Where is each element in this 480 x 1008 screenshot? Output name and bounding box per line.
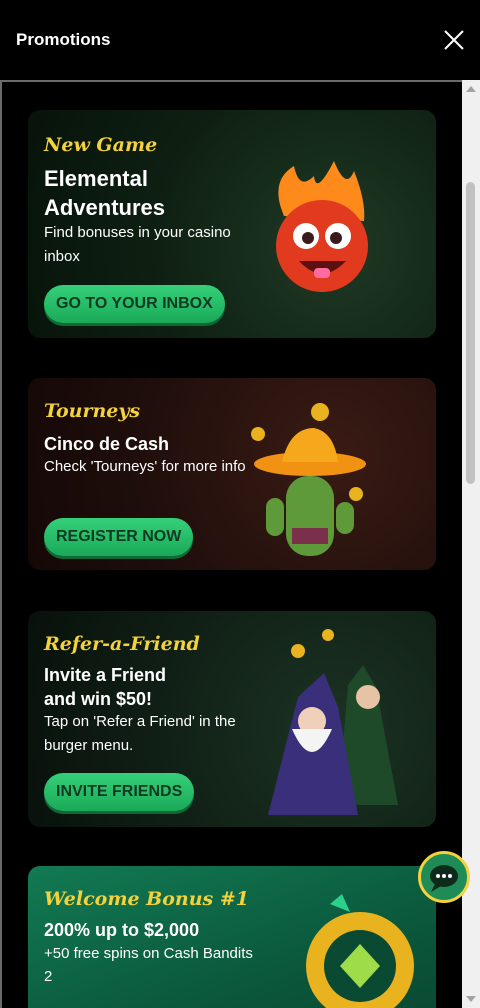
promo-kicker: New Game	[44, 134, 158, 156]
promo-title-line2: and win $50!	[44, 689, 153, 709]
promo-title-line1: Invite a Friend	[44, 665, 167, 685]
promo-title: 200% up to $2,000	[44, 920, 200, 940]
promo-kicker: Refer-a-Friend	[44, 633, 200, 655]
promo-desc-line1: Tap on 'Refer a Friend' in the	[44, 713, 236, 730]
page-title: Promotions	[16, 30, 111, 49]
register-now-button[interactable]: REGISTER NOW	[44, 518, 194, 556]
promo-title: Cinco de Cash	[44, 434, 170, 454]
invite-friends-button[interactable]: INVITE FRIENDS	[44, 773, 195, 811]
promo-desc-line1: Find bonuses in your casino	[44, 224, 231, 241]
promo-title-line1: Elemental	[44, 166, 148, 191]
promo-desc-line1: +50 free spins on Cash Bandits	[44, 945, 253, 962]
promo-desc-line2: 2	[44, 968, 53, 985]
promo-card-elemental: New Game Elemental Adventures Find bonus…	[28, 110, 436, 338]
promo-card-tourneys: Tourneys Cinco de Cash Check 'Tourneys' …	[28, 378, 436, 570]
promo-desc: Check 'Tourneys' for more info	[44, 458, 246, 475]
scrollbar-thumb[interactable]	[466, 182, 475, 484]
promo-card-welcome-bonus: Welcome Bonus #1 200% up to $2,000 +50 f…	[28, 866, 436, 1008]
chat-button[interactable]	[418, 851, 470, 903]
scroll-down-icon[interactable]	[466, 996, 476, 1002]
chat-icon	[430, 865, 458, 892]
cactus-sombrero-illustration	[251, 403, 366, 556]
go-to-inbox-button[interactable]: GO TO YOUR INBOX	[44, 285, 225, 323]
close-icon[interactable]	[440, 26, 468, 54]
header-bar: Promotions	[0, 0, 480, 80]
fire-creature-illustration	[276, 161, 368, 292]
promo-title-line2: Adventures	[44, 195, 166, 220]
promo-card-refer: Refer-a-Friend Invite a Friend and win $…	[28, 611, 436, 827]
promo-kicker: Tourneys	[44, 400, 141, 422]
wizards-illustration	[268, 629, 398, 815]
scroll-up-icon[interactable]	[466, 86, 476, 92]
promo-desc-line2: burger menu.	[44, 737, 134, 754]
promo-kicker: Welcome Bonus #1	[44, 888, 249, 910]
promo-desc-line2: inbox	[44, 248, 80, 265]
gold-ring-illustration	[306, 894, 414, 1008]
